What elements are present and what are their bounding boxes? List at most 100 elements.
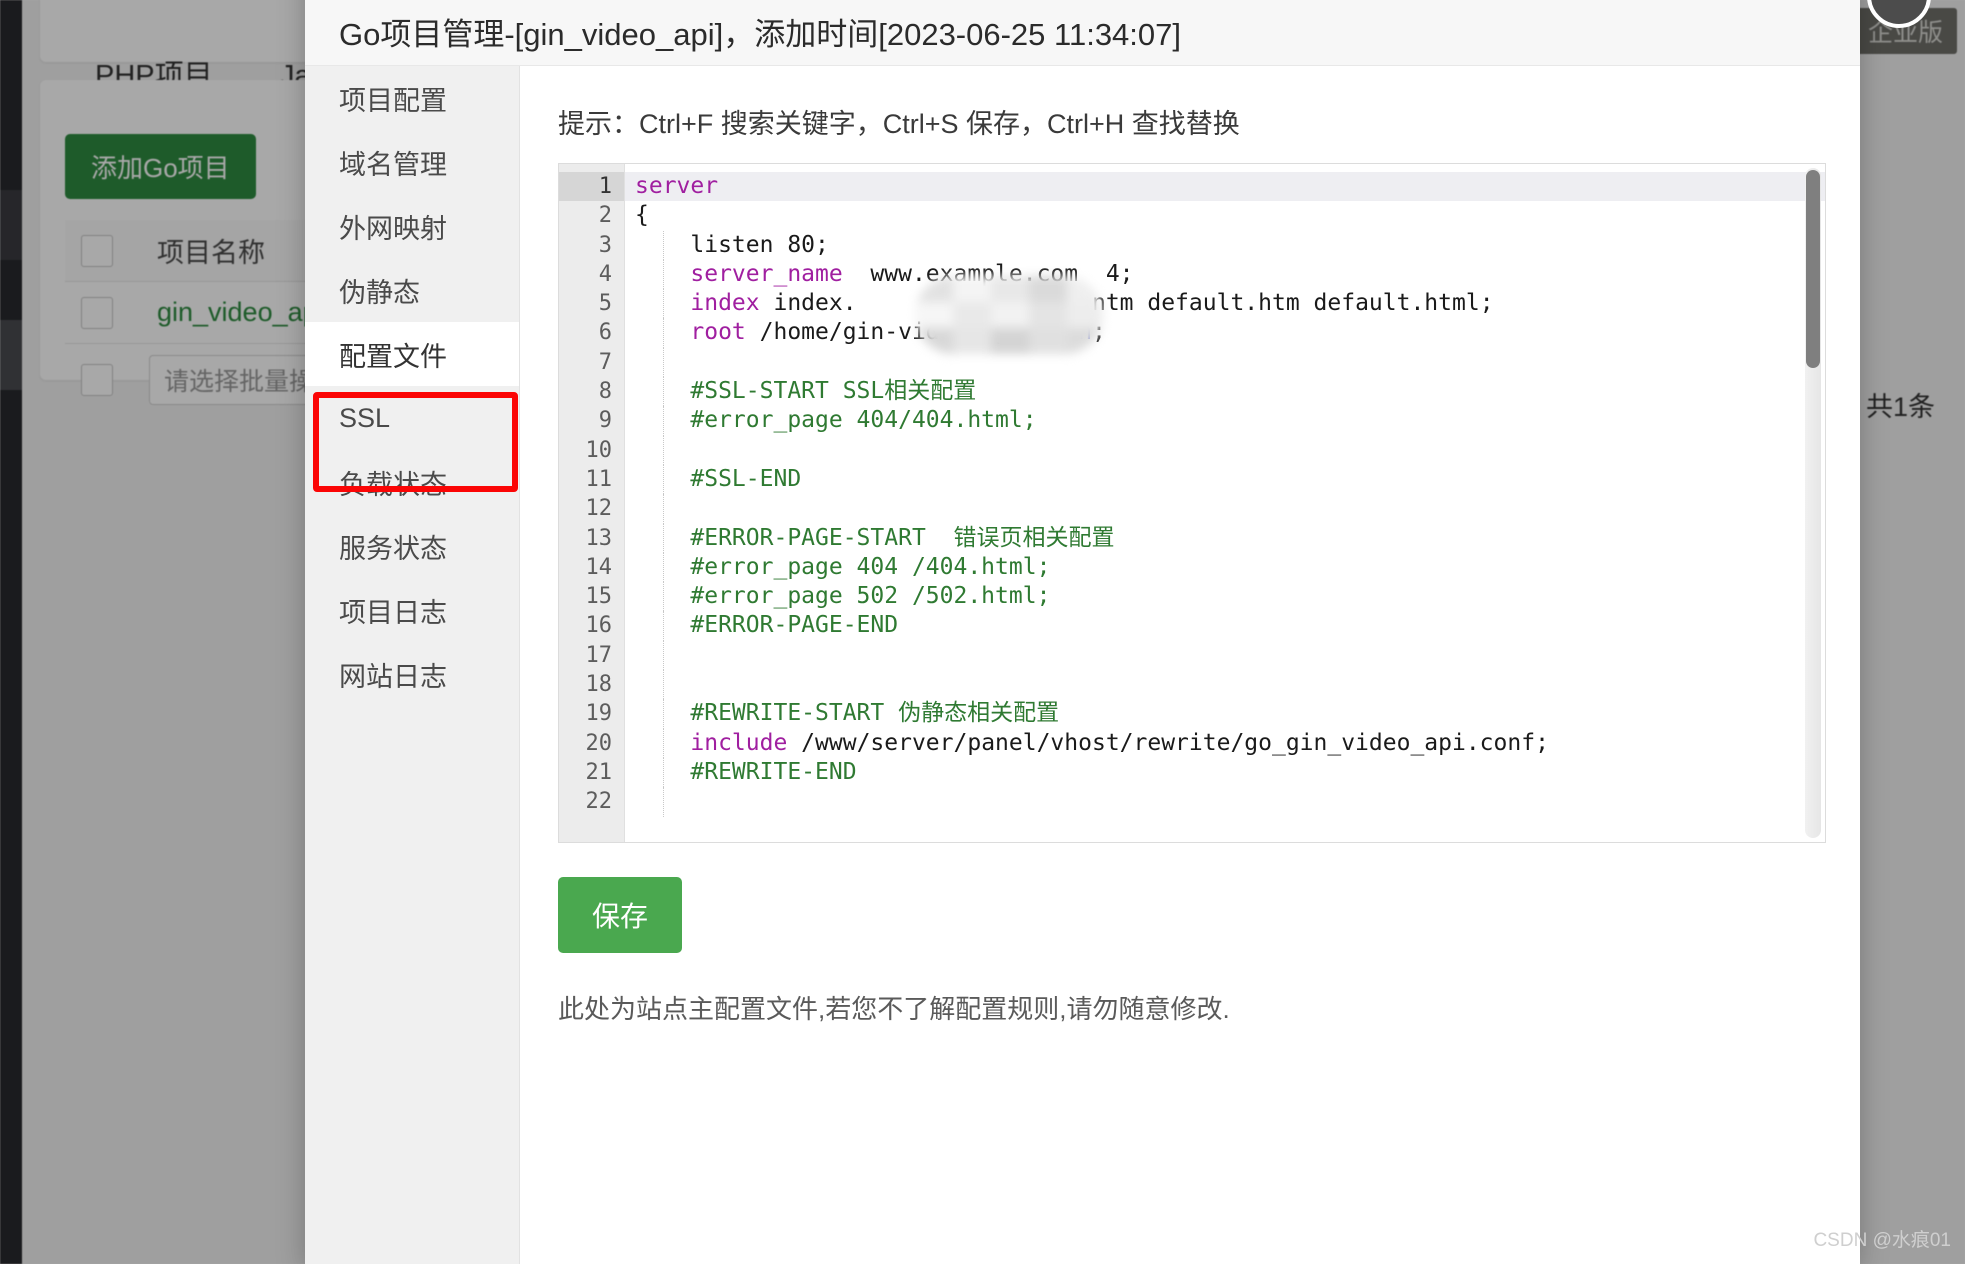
code-token: { <box>635 202 649 228</box>
modal-content: 提示：Ctrl+F 搜索关键字，Ctrl+S 保存，Ctrl+H 查找替换 12… <box>520 66 1860 1264</box>
code-line[interactable]: #SSL-END <box>625 465 1825 494</box>
code-token: #error_page 404/404.html; <box>635 407 1037 433</box>
indent-guide <box>663 377 664 406</box>
line-number: 6 <box>559 318 624 347</box>
code-token: #ERROR-PAGE-END <box>635 612 898 638</box>
code-line[interactable] <box>625 641 1825 670</box>
indent-guide <box>663 641 664 670</box>
redacted-mosaic-overlay <box>915 276 1103 354</box>
modal-title: Go项目管理-[gin_video_api]，添加时间[2023-06-25 1… <box>339 0 1181 54</box>
line-number: 13 <box>559 524 624 553</box>
code-line[interactable] <box>625 494 1825 523</box>
code-token: #SSL-START SSL相关配置 <box>635 378 976 404</box>
sidebar-item-service-status[interactable]: 服务状态 <box>305 514 519 578</box>
shortcut-hint: 提示：Ctrl+F 搜索关键字，Ctrl+S 保存，Ctrl+H 查找替换 <box>558 102 1826 141</box>
code-line[interactable]: root /home/gin-video-api/main; <box>625 318 1825 347</box>
indent-guide <box>663 758 664 787</box>
code-line[interactable]: #ERROR-PAGE-START 错误页相关配置 <box>625 524 1825 553</box>
line-number: 18 <box>559 670 624 699</box>
code-line[interactable]: #REWRITE-START 伪静态相关配置 <box>625 699 1825 728</box>
code-token: #error_page 404 /404.html; <box>635 554 1050 580</box>
line-number: 22 <box>559 787 624 816</box>
line-number: 12 <box>559 494 624 523</box>
code-line[interactable]: #error_page 404 /404.html; <box>625 553 1825 582</box>
screen: PHP项目 Java项目 添加Go项目 项目名称 gin_video_api 请… <box>0 0 1965 1264</box>
save-button[interactable]: 保存 <box>558 877 682 953</box>
indent-guide <box>663 611 664 640</box>
line-number: 16 <box>559 611 624 640</box>
line-number: 7 <box>559 348 624 377</box>
editor-footnote: 此处为站点主配置文件,若您不了解配置规则,请勿随意修改. <box>558 989 1826 1026</box>
code-line[interactable]: #error_page 404/404.html; <box>625 406 1825 435</box>
indent-guide <box>663 348 664 377</box>
sidebar-item-pseudo-static[interactable]: 伪静态 <box>305 258 519 322</box>
code-line[interactable]: include /www/server/panel/vhost/rewrite/… <box>625 729 1825 758</box>
sidebar-item-domain-manage[interactable]: 域名管理 <box>305 130 519 194</box>
line-number: 2 <box>559 201 624 230</box>
indent-guide <box>663 670 664 699</box>
line-number: 17 <box>559 641 624 670</box>
line-number: 15 <box>559 582 624 611</box>
indent-guide <box>663 494 664 523</box>
line-number: 21 <box>559 758 624 787</box>
code-token: listen 80; <box>635 232 829 258</box>
sidebar-item-project-log[interactable]: 项目日志 <box>305 578 519 642</box>
line-number: 20 <box>559 729 624 758</box>
modal-header: Go项目管理-[gin_video_api]，添加时间[2023-06-25 1… <box>305 0 1860 66</box>
indent-guide <box>663 231 664 260</box>
code-line[interactable]: server_name www.example.com 4; <box>625 260 1825 289</box>
code-line[interactable]: #SSL-START SSL相关配置 <box>625 377 1825 406</box>
code-token: include <box>690 730 787 756</box>
code-line[interactable] <box>625 436 1825 465</box>
code-token: #error_page 502 /502.html; <box>635 583 1050 609</box>
line-number: 1 <box>559 172 624 201</box>
indent-guide <box>663 289 664 318</box>
indent-guide <box>663 436 664 465</box>
code-token: root <box>690 319 745 345</box>
sidebar-item-config-file[interactable]: 配置文件 <box>305 322 519 386</box>
code-line[interactable]: #error_page 502 /502.html; <box>625 582 1825 611</box>
line-number: 10 <box>559 436 624 465</box>
editor-scrollbar-thumb[interactable] <box>1806 170 1820 368</box>
code-token: server <box>635 173 718 199</box>
editor-line-numbers: 12345678910111213141516171819202122 <box>559 164 625 842</box>
line-number: 3 <box>559 231 624 260</box>
code-token: #ERROR-PAGE-START 错误页相关配置 <box>635 525 1115 551</box>
editor-scrollbar[interactable] <box>1805 168 1821 838</box>
indent-guide <box>663 260 664 289</box>
code-line[interactable] <box>625 348 1825 377</box>
code-token: index. .ntm default.htm default.html; <box>760 290 1494 316</box>
indent-guide <box>663 406 664 435</box>
line-number: 14 <box>559 553 624 582</box>
code-token: #REWRITE-START 伪静态相关配置 <box>635 700 1059 726</box>
line-number: 5 <box>559 289 624 318</box>
modal-body: 项目配置 域名管理 外网映射 伪静态 配置文件 SSL 负载状态 服务状态 项目… <box>305 66 1860 1264</box>
sidebar-item-project-config[interactable]: 项目配置 <box>305 66 519 130</box>
sidebar-item-site-log[interactable]: 网站日志 <box>305 642 519 706</box>
code-line[interactable] <box>625 787 1825 816</box>
config-file-editor[interactable]: 12345678910111213141516171819202122 serv… <box>558 163 1826 843</box>
line-number: 9 <box>559 406 624 435</box>
code-line[interactable]: listen 80; <box>625 231 1825 260</box>
indent-guide <box>663 524 664 553</box>
code-line[interactable] <box>625 670 1825 699</box>
indent-guide <box>663 787 664 816</box>
go-project-modal: Go项目管理-[gin_video_api]，添加时间[2023-06-25 1… <box>305 0 1860 1264</box>
code-line[interactable]: #ERROR-PAGE-END <box>625 611 1825 640</box>
line-number: 4 <box>559 260 624 289</box>
code-line[interactable]: #REWRITE-END <box>625 758 1825 787</box>
line-number: 8 <box>559 377 624 406</box>
sidebar-item-external-mapping[interactable]: 外网映射 <box>305 194 519 258</box>
line-number: 11 <box>559 465 624 494</box>
sidebar-item-ssl[interactable]: SSL <box>305 386 519 450</box>
indent-guide <box>663 465 664 494</box>
sidebar-item-load-status[interactable]: 负载状态 <box>305 450 519 514</box>
code-token: #SSL-END <box>635 466 801 492</box>
indent-guide <box>663 318 664 347</box>
code-line[interactable]: index index. .ntm default.htm default.ht… <box>625 289 1825 318</box>
indent-guide <box>663 582 664 611</box>
code-line[interactable]: { <box>625 201 1825 230</box>
line-number: 19 <box>559 699 624 728</box>
code-line[interactable]: server <box>625 172 1825 201</box>
editor-code-area[interactable]: server { listen 80; server_name www.examp… <box>625 164 1825 842</box>
